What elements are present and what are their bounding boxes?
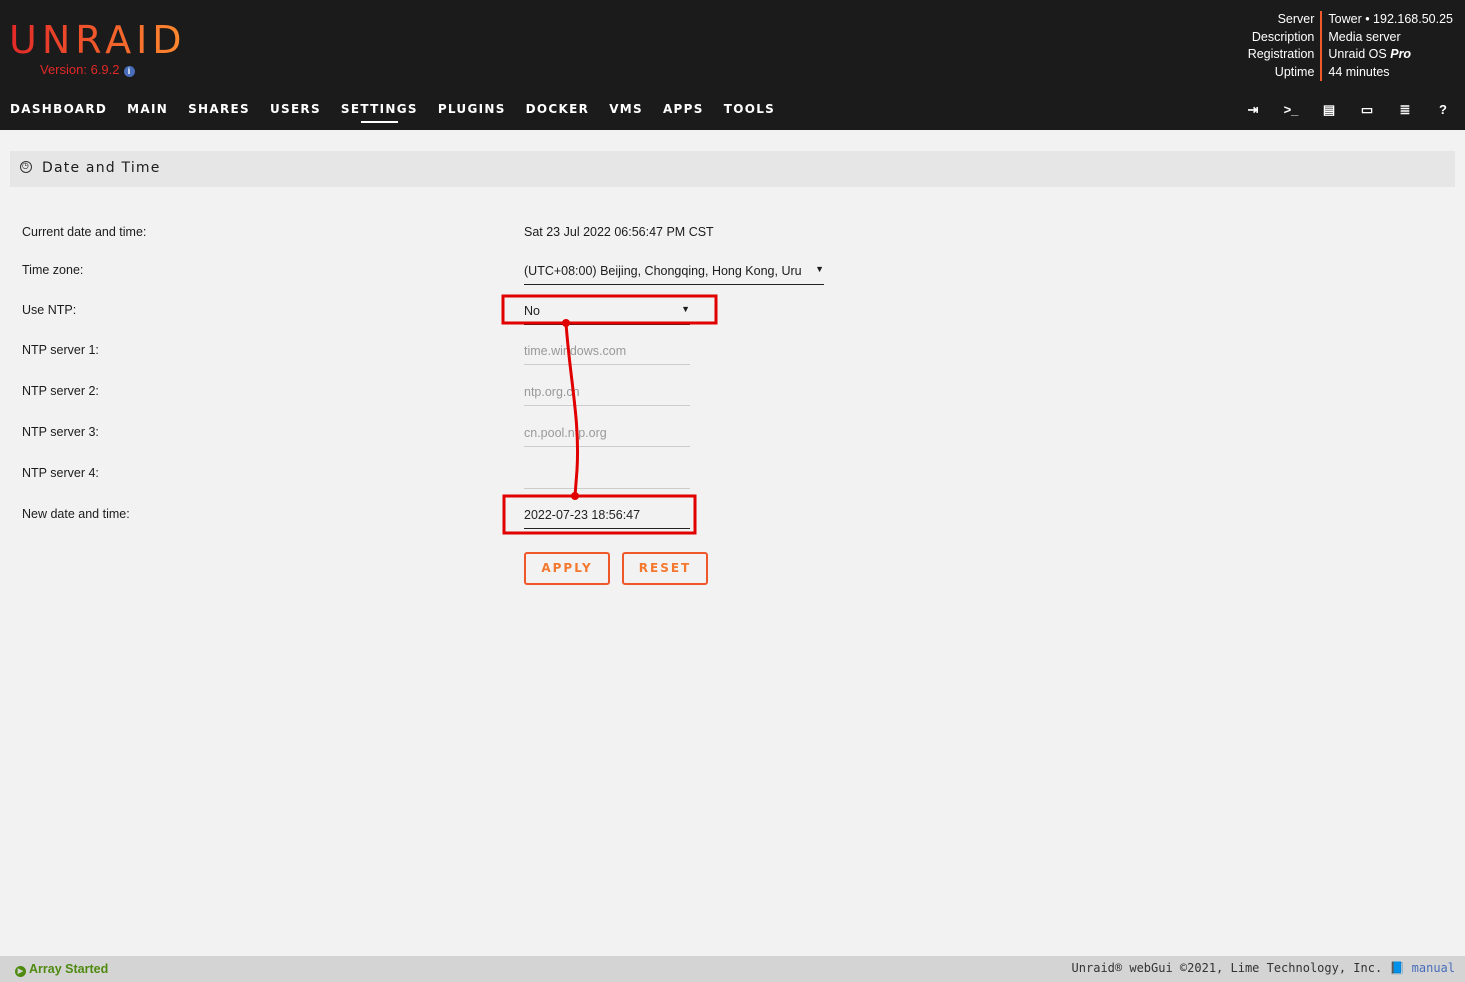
ntp1-label: NTP server 1: [22, 343, 99, 357]
tab-users[interactable]: USERS [270, 102, 321, 116]
tab-tools[interactable]: TOOLS [724, 102, 775, 116]
new-datetime-label: New date and time: [22, 507, 130, 521]
registration-label: Registration [1247, 47, 1315, 61]
manual-link[interactable]: 📘 manual [1389, 961, 1455, 975]
tab-main[interactable]: MAIN [127, 102, 168, 116]
help-icon[interactable]: ? [1435, 102, 1451, 118]
ntp1-input[interactable]: time.windows.com [524, 344, 690, 365]
manual-text: manual [1411, 961, 1455, 975]
unraid-logo[interactable]: UNRAID [9, 18, 187, 62]
timezone-select[interactable]: (UTC+08:00) Beijing, Chongqing, Hong Kon… [524, 264, 824, 285]
main-nav: DASHBOARD MAIN SHARES USERS SETTINGS PLU… [10, 102, 795, 123]
registration-text: Unraid OS [1328, 47, 1391, 61]
uptime-value: 44 minutes [1328, 64, 1390, 79]
tab-vms[interactable]: VMS [609, 102, 643, 116]
timezone-value: (UTC+08:00) Beijing, Chongqing, Hong Kon… [524, 264, 802, 278]
annotation-dot [571, 492, 579, 500]
array-status-text: Array Started [29, 962, 109, 976]
page-title: Date and Time [42, 160, 161, 176]
book-icon: 📘 [1389, 961, 1405, 975]
tab-plugins[interactable]: PLUGINS [438, 102, 506, 116]
ntp3-input[interactable]: cn.pool.ntp.org [524, 426, 690, 447]
apply-button[interactable]: APPLY [524, 552, 610, 585]
registration-value[interactable]: Unraid OS Pro [1328, 46, 1453, 64]
array-status: ▶ Array Started [15, 962, 108, 977]
ntp2-label: NTP server 2: [22, 384, 99, 398]
clock-icon: ◷ [20, 161, 32, 173]
annotation-overlay [501, 294, 718, 535]
ntp-value: No [524, 304, 540, 318]
header-icons: ⇥ >_ ▤ ▭ ≣ ? [1245, 102, 1451, 118]
terminal-icon[interactable]: >_ [1283, 102, 1299, 118]
tab-apps[interactable]: APPS [663, 102, 704, 116]
tab-settings[interactable]: SETTINGS [341, 102, 418, 123]
play-icon: ▶ [15, 966, 26, 977]
logout-icon[interactable]: ⇥ [1245, 102, 1261, 118]
new-datetime-input[interactable]: 2022-07-23 18:56:47 [524, 508, 690, 529]
log-icon[interactable]: ≣ [1397, 102, 1413, 118]
ntp2-input[interactable]: ntp.org.cn [524, 385, 690, 406]
section-header: ◷ Date and Time [10, 151, 1455, 187]
description-label: Description [1251, 29, 1315, 44]
server-info: Server Description Registration Uptime T… [1248, 11, 1453, 81]
registration-edition: Pro [1390, 47, 1412, 61]
tab-dashboard[interactable]: DASHBOARD [10, 102, 107, 116]
uptime-label: Uptime [1274, 64, 1315, 79]
copyright: Unraid® webGui ©2021, Lime Technology, I… [1072, 961, 1455, 975]
current-value: Sat 23 Jul 2022 06:56:47 PM CST [524, 225, 714, 239]
dropdown-arrow-icon: ▼ [681, 304, 690, 314]
ntp3-label: NTP server 3: [22, 425, 99, 439]
info-icon[interactable]: i [123, 66, 135, 77]
feedback-icon[interactable]: ▤ [1321, 102, 1337, 118]
server-label: Server [1277, 12, 1315, 26]
version-text: Version: 6.9.2 [40, 62, 120, 77]
copyright-text: Unraid® webGui ©2021, Lime Technology, I… [1071, 961, 1383, 975]
ntp4-label: NTP server 4: [22, 466, 99, 480]
header: UNRAID Version: 6.9.2 i Server Descriptio… [0, 0, 1465, 130]
version: Version: 6.9.2 i [40, 62, 135, 77]
description-value: Media server [1328, 29, 1401, 44]
dropdown-arrow-icon: ▼ [815, 264, 824, 274]
reset-button[interactable]: RESET [622, 552, 708, 585]
timezone-label: Time zone: [22, 263, 84, 277]
ntp4-input[interactable] [524, 467, 690, 489]
ntp-select[interactable]: No ▼ [524, 304, 690, 325]
server-value: Tower • 192.168.50.25 [1328, 12, 1453, 26]
current-label: Current date and time: [22, 225, 147, 239]
tab-docker[interactable]: DOCKER [526, 102, 590, 116]
tab-shares[interactable]: SHARES [188, 102, 250, 116]
footer: ▶ Array Started Unraid® webGui ©2021, Lim… [0, 956, 1465, 982]
ntp-label: Use NTP: [22, 303, 77, 317]
vnc-icon[interactable]: ▭ [1359, 102, 1375, 118]
